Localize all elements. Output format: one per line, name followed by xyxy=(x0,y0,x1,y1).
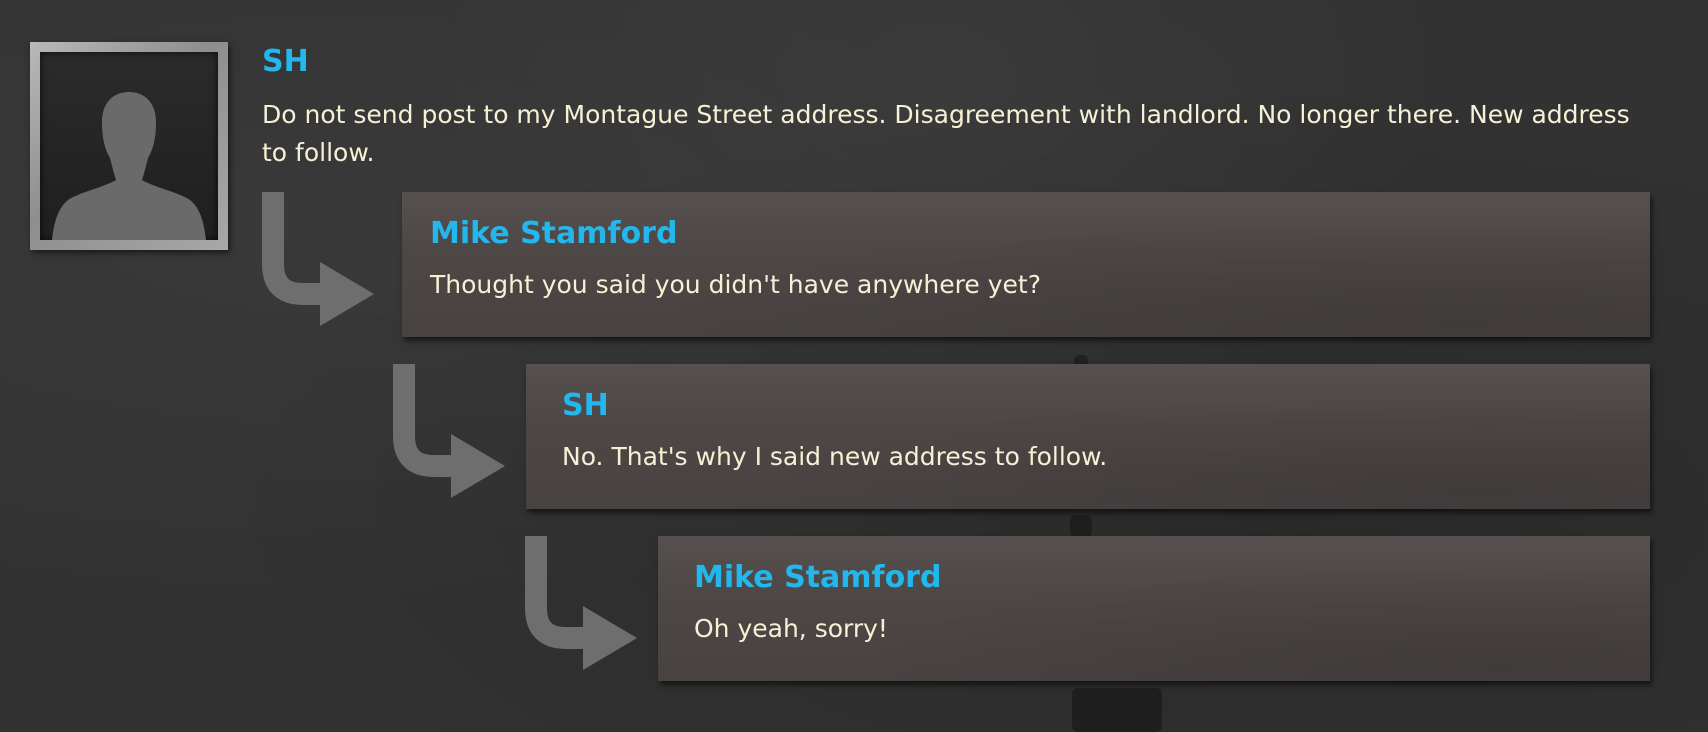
reply-card: Mike Stamford Thought you said you didn'… xyxy=(402,192,1650,337)
reply-text: Thought you said you didn't have anywher… xyxy=(430,270,1041,299)
silhouette-avatar-icon xyxy=(40,52,218,240)
reply-author-name[interactable]: Mike Stamford xyxy=(694,560,941,595)
reply-arrow-icon xyxy=(262,192,374,326)
background-texture xyxy=(1070,515,1092,537)
reply-arrow-icon xyxy=(393,364,505,498)
reply-card: Mike Stamford Oh yeah, sorry! xyxy=(658,536,1650,681)
background-texture xyxy=(1072,688,1162,732)
reply-author-name[interactable]: SH xyxy=(562,388,609,423)
comment-thread-page: { "post": { "author": "SH", "text": "Do … xyxy=(0,0,1708,732)
reply-arrow-icon xyxy=(525,536,637,670)
avatar[interactable] xyxy=(30,42,228,250)
post-author-name[interactable]: SH xyxy=(262,44,309,79)
post-text: Do not send post to my Montague Street a… xyxy=(262,100,1630,167)
reply-text: Oh yeah, sorry! xyxy=(694,614,888,643)
reply-card: SH No. That's why I said new address to … xyxy=(526,364,1650,509)
reply-author-name[interactable]: Mike Stamford xyxy=(430,216,677,251)
reply-text: No. That's why I said new address to fol… xyxy=(562,442,1108,471)
